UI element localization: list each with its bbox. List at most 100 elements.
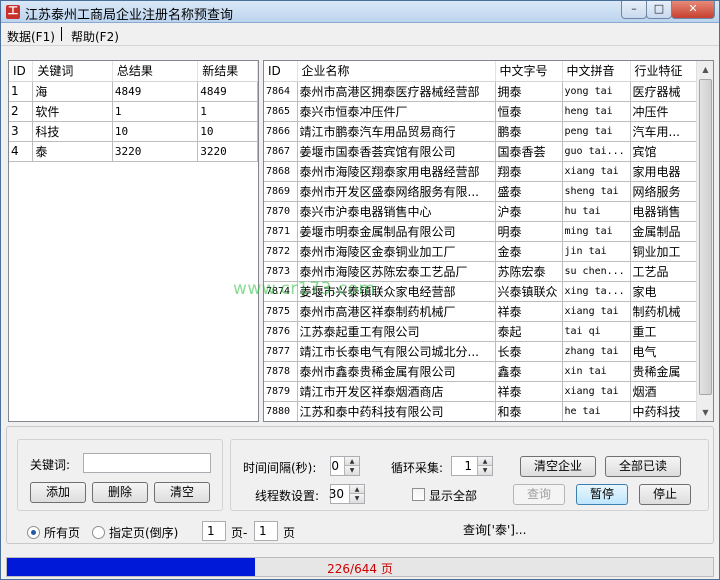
pause-button[interactable]: 暂停 — [576, 484, 628, 505]
result-row[interactable]: 7878 泰州市鑫泰贵稀金属有限公司 鑫泰 xin tai 贵稀金属 — [264, 361, 699, 382]
scrollbar-thumb[interactable] — [699, 79, 712, 395]
cell-pinyin: jin tai — [562, 241, 631, 262]
result-row[interactable]: 7868 泰州市海陵区翔泰家用电器经营部 翔泰 xiang tai 家用电器 — [264, 161, 699, 182]
result-row[interactable]: 7867 姜堰市国泰香荟宾馆有限公司 国泰香荟 guo tai... 宾馆 — [264, 141, 699, 162]
main-window: 工 江苏泰州工商局企业注册名称预查询 – □ ✕ 数据(F1) 帮助(F2) I… — [0, 0, 720, 580]
keywords-table[interactable]: ID 关键词 总结果 新结果 1 海 4849 4849 2 软件 1 1 3 科技 10 10 4 泰 3… — [8, 60, 259, 422]
loop-value: 1 — [464, 459, 472, 473]
delete-button[interactable]: 删除 — [92, 482, 148, 503]
result-row[interactable]: 7870 泰兴市沪泰电器销售中心 沪泰 hu tai 电器销售 — [264, 201, 699, 222]
cell-company-name: 泰州市海陵区金泰铜业加工厂 — [297, 241, 496, 262]
result-row[interactable]: 7866 靖江市鹏泰汽车用品贸易商行 鹏泰 peng tai 汽车用... — [264, 121, 699, 142]
cell-company-name: 靖江市长泰电气有限公司城北分... — [297, 341, 496, 362]
result-row[interactable]: 7872 泰州市海陵区金泰铜业加工厂 金泰 jin tai 铜业加工 — [264, 241, 699, 262]
clear-companies-button[interactable]: 清空企业 — [520, 456, 596, 477]
cell-total: 1 — [112, 101, 199, 122]
result-row[interactable]: 7874 姜堰市兴泰镇联众家电经营部 兴泰镇联众 xing ta... 家电 — [264, 281, 699, 302]
cell-pinyin: heng tai — [562, 101, 631, 122]
col-header-id[interactable]: ID — [264, 61, 298, 82]
title-bar[interactable]: 工 江苏泰州工商局企业注册名称预查询 – □ ✕ — [1, 1, 719, 23]
result-row[interactable]: 7879 靖江市开发区祥泰烟酒商店 祥泰 xiang tai 烟酒 — [264, 381, 699, 402]
results-header-row: ID 企业名称 中文字号 中文拼音 行业特征 — [264, 61, 699, 82]
cell-id: 7877 — [264, 341, 298, 362]
keyword-row[interactable]: 1 海 4849 4849 — [9, 81, 258, 102]
cell-chinese-name: 鹏泰 — [495, 121, 563, 142]
menu-data[interactable]: 数据(F1) — [7, 28, 55, 45]
page-separator: 页- — [231, 526, 248, 540]
keyword-row[interactable]: 3 科技 10 10 — [9, 121, 258, 142]
minimize-button[interactable]: – — [621, 1, 647, 19]
result-row[interactable]: 7864 泰州市高港区拥泰医疗器械经营部 拥泰 yong tai 医疗器械 — [264, 81, 699, 102]
show-all-checkbox[interactable] — [412, 488, 425, 501]
scroll-down-arrow-icon[interactable]: ▼ — [697, 404, 713, 421]
interval-stepper[interactable]: 0 ▲ ▼ — [330, 456, 360, 476]
cell-industry: 中药科技 — [630, 401, 699, 421]
col-header-chinese-name[interactable]: 中文字号 — [495, 61, 563, 82]
page-from-input[interactable]: 1 — [202, 521, 226, 541]
cell-keyword: 科技 — [32, 121, 113, 142]
cell-industry: 宾馆 — [630, 141, 699, 162]
result-row[interactable]: 7873 泰州市海陵区苏陈宏泰工艺品厂 苏陈宏泰 su chen... 工艺品 — [264, 261, 699, 282]
result-row[interactable]: 7877 靖江市长泰电气有限公司城北分... 长泰 zhang tai 电气 — [264, 341, 699, 362]
all-pages-radio[interactable] — [27, 526, 40, 539]
col-header-new[interactable]: 新结果 — [197, 61, 258, 82]
settings-group: 时间间隔(秒): 0 ▲ ▼ 线程数设置: 30 ▲ ▼ 循环采集: 1 ▲ ▼… — [230, 439, 709, 511]
loop-up-icon[interactable]: ▲ — [477, 457, 492, 466]
page-to-input[interactable]: 1 — [254, 521, 278, 541]
results-scrollbar[interactable]: ▲ ▼ — [696, 61, 713, 421]
threads-up-icon[interactable]: ▲ — [349, 485, 364, 494]
page-suffix: 页 — [283, 526, 296, 540]
query-button[interactable]: 查询 — [513, 484, 565, 505]
interval-up-icon[interactable]: ▲ — [344, 457, 359, 466]
cell-id: 1 — [9, 81, 34, 102]
col-header-id[interactable]: ID — [9, 61, 34, 82]
cell-chinese-name: 翔泰 — [495, 161, 563, 182]
col-header-industry[interactable]: 行业特征 — [630, 61, 699, 82]
cell-chinese-name: 泰起 — [495, 321, 563, 342]
result-row[interactable]: 7865 泰兴市恒泰冲压件厂 恒泰 heng tai 冲压件 — [264, 101, 699, 122]
clear-button[interactable]: 清空 — [154, 482, 210, 503]
results-table[interactable]: ID 企业名称 中文字号 中文拼音 行业特征 7864 泰州市高港区拥泰医疗器械经… — [263, 60, 714, 422]
result-row[interactable]: 7880 江苏和泰中药科技有限公司 和泰 he tai 中药科技 — [264, 401, 699, 421]
mark-all-read-button[interactable]: 全部已读 — [605, 456, 681, 477]
cell-pinyin: su chen... — [562, 261, 631, 282]
cell-pinyin: guo tai... — [562, 141, 631, 162]
loop-stepper[interactable]: 1 ▲ ▼ — [451, 456, 493, 476]
cell-company-name: 姜堰市兴泰镇联众家电经营部 — [297, 281, 496, 302]
cell-industry: 重工 — [630, 321, 699, 342]
cell-chinese-name: 金泰 — [495, 241, 563, 262]
loop-down-icon[interactable]: ▼ — [477, 466, 492, 475]
close-button[interactable]: ✕ — [671, 1, 715, 19]
cell-id: 7864 — [264, 81, 298, 102]
result-row[interactable]: 7875 泰州市高港区祥泰制药机械厂 祥泰 xiang tai 制药机械 — [264, 301, 699, 322]
threads-stepper[interactable]: 30 ▲ ▼ — [329, 484, 365, 504]
cell-new: 10 — [197, 121, 258, 142]
col-header-keyword[interactable]: 关键词 — [32, 61, 113, 82]
result-row[interactable]: 7871 姜堰市明泰金属制品有限公司 明泰 ming tai 金属制品 — [264, 221, 699, 242]
threads-down-icon[interactable]: ▼ — [349, 494, 364, 503]
specified-pages-radio[interactable] — [92, 526, 105, 539]
loop-label: 循环采集: — [391, 461, 444, 475]
keyword-row[interactable]: 4 泰 3220 3220 — [9, 141, 258, 162]
col-header-pinyin[interactable]: 中文拼音 — [562, 61, 631, 82]
cell-company-name: 泰州市高港区祥泰制药机械厂 — [297, 301, 496, 322]
result-row[interactable]: 7869 泰州市开发区盛泰网络服务有限... 盛泰 sheng tai 网络服务 — [264, 181, 699, 202]
cell-keyword: 软件 — [32, 101, 113, 122]
keyword-row[interactable]: 2 软件 1 1 — [9, 101, 258, 122]
menu-help[interactable]: 帮助(F2) — [71, 28, 119, 45]
cell-pinyin: yong tai — [562, 81, 631, 102]
cell-company-name: 泰州市高港区拥泰医疗器械经营部 — [297, 81, 496, 102]
threads-label: 线程数设置: — [255, 489, 320, 503]
menu-separator — [61, 27, 62, 41]
col-header-company-name[interactable]: 企业名称 — [297, 61, 496, 82]
maximize-button[interactable]: □ — [646, 1, 672, 19]
col-header-total[interactable]: 总结果 — [112, 61, 199, 82]
interval-down-icon[interactable]: ▼ — [344, 466, 359, 475]
show-all-label: 显示全部 — [429, 489, 478, 503]
keyword-input[interactable] — [83, 453, 211, 473]
scroll-up-arrow-icon[interactable]: ▲ — [697, 61, 713, 78]
result-row[interactable]: 7876 江苏泰起重工有限公司 泰起 tai qi 重工 — [264, 321, 699, 342]
stop-button[interactable]: 停止 — [639, 484, 691, 505]
add-button[interactable]: 添加 — [30, 482, 86, 503]
cell-industry: 铜业加工 — [630, 241, 699, 262]
